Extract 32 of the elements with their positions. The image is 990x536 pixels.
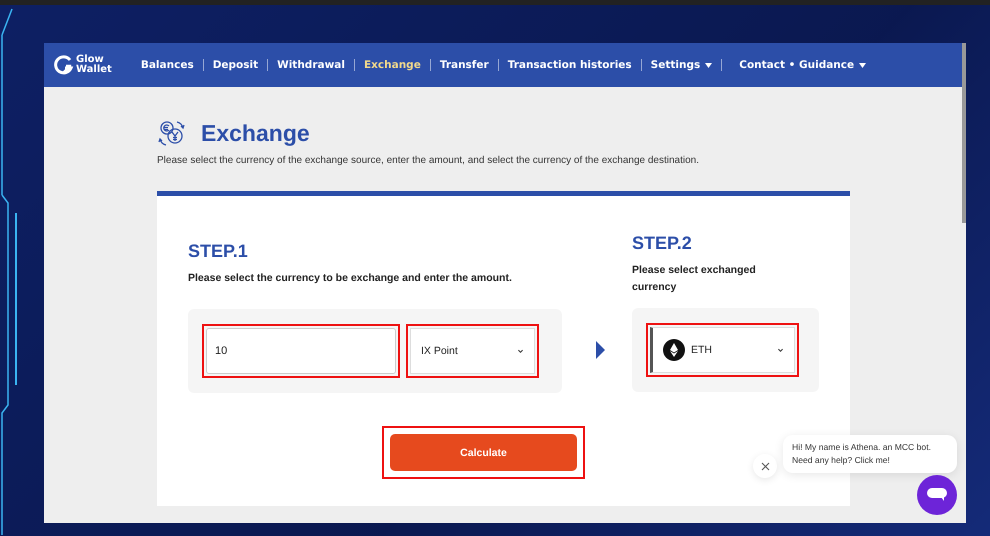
currency-exchange-icon xyxy=(157,119,187,147)
caret-icon xyxy=(777,346,784,354)
nav-link[interactable]: Withdrawal xyxy=(268,59,355,71)
chat-button[interactable] xyxy=(917,475,957,515)
currency-select[interactable]: ETH xyxy=(650,327,795,373)
nav-link[interactable]: Transfer xyxy=(430,59,499,71)
nav-link[interactable]: Transaction histories xyxy=(498,59,642,71)
logo-icon xyxy=(54,55,74,75)
amount-input[interactable]: 10 xyxy=(206,328,396,374)
close-icon xyxy=(760,462,770,470)
page-title: Exchange xyxy=(201,120,310,146)
step-instruction: Please select the currency to be exchange and enter the amount. xyxy=(188,271,513,286)
nav-link[interactable]: Balances xyxy=(132,59,204,71)
calculate-button[interactable]: Calculate xyxy=(390,434,577,471)
nav-link[interactable]: Deposit xyxy=(204,59,268,71)
caret-icon xyxy=(859,62,866,68)
scrollbar[interactable] xyxy=(962,43,966,223)
ethereum-icon xyxy=(663,339,685,361)
chat-icon xyxy=(927,488,947,502)
nav-link[interactable]: Exchange xyxy=(354,59,431,71)
caret-icon xyxy=(705,62,712,68)
step-title: STEP.2 xyxy=(632,233,693,254)
nav-link[interactable]: Settings xyxy=(642,59,722,71)
step-title: STEP.1 xyxy=(188,241,249,262)
chat-bubble[interactable]: Hi! My name is Athena. an MCC bot. Need any help? Click me! xyxy=(783,435,957,473)
brand-name: Glow Wallet xyxy=(76,55,112,75)
caret-icon xyxy=(517,348,524,354)
step-instruction: Please select exchanged currency xyxy=(632,263,757,295)
page-description: Please select the currency of the exchange source, enter the amount, and select the currency of the exchange destination. xyxy=(157,155,700,166)
nav-link[interactable]: Contact • Guidance xyxy=(730,59,876,71)
arrow-right-icon xyxy=(596,341,604,359)
currency-select[interactable]: IX Point xyxy=(410,328,535,374)
